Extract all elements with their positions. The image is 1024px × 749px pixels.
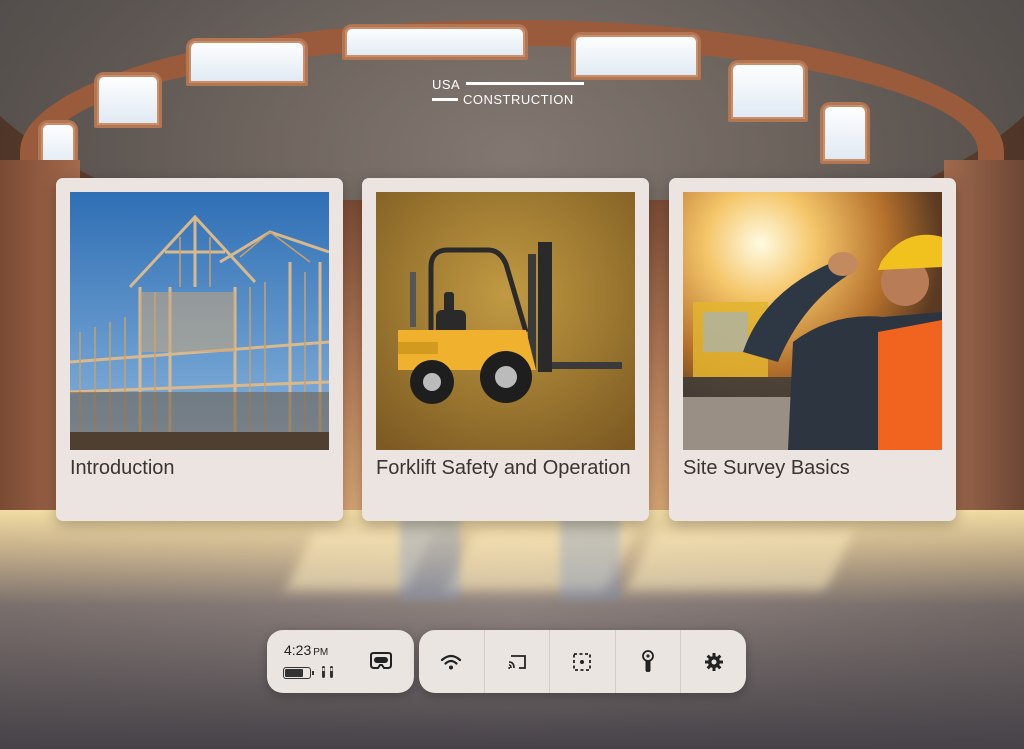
sunlight-patch (626, 530, 854, 590)
logo-text-usa: USA (432, 77, 461, 92)
headset-icon[interactable] (367, 651, 395, 671)
usa-construction-logo: USA CONSTRUCTION (432, 74, 584, 110)
controller-icon (642, 649, 654, 672)
clock-time: 4:23 (284, 642, 312, 658)
wifi-button[interactable] (419, 630, 485, 693)
right-wall (944, 160, 1024, 520)
boundary-icon (573, 652, 592, 671)
dome-window (94, 72, 162, 128)
reflection (400, 510, 460, 600)
construction-worker-image (683, 192, 942, 450)
reflection (560, 510, 620, 600)
course-card-site-survey[interactable]: Site Survey Basics (669, 178, 956, 521)
card-title: Introduction (70, 457, 175, 479)
status-panel[interactable]: 4:23 PM (267, 630, 414, 693)
clock: 4:23 PM (284, 642, 328, 658)
cast-icon (508, 654, 526, 669)
wifi-icon (441, 654, 462, 669)
card-title: Site Survey Basics (683, 457, 850, 479)
settings-icon (704, 652, 723, 671)
controller-button[interactable] (616, 630, 682, 693)
card-title: Forklift Safety and Operation (376, 457, 631, 479)
course-card-forklift-safety[interactable]: Forklift Safety and Operation (362, 178, 649, 521)
battery-icon (283, 667, 314, 679)
clock-ampm: PM (313, 647, 329, 658)
dome-window (728, 60, 808, 122)
logo-text-construction: CONSTRUCTION (463, 92, 574, 107)
quick-actions-bar (419, 630, 746, 693)
course-card-introduction[interactable]: Introduction (56, 178, 343, 521)
dome-window (342, 24, 528, 60)
dome-window (820, 102, 870, 164)
logo-rule (466, 82, 584, 85)
dome-window (571, 32, 701, 80)
controllers-icon (322, 666, 333, 678)
forklift-image (376, 192, 635, 450)
house-framing-image (70, 192, 329, 450)
logo-rule (432, 98, 458, 101)
dome-window (186, 38, 308, 86)
cast-button[interactable] (485, 630, 551, 693)
settings-button[interactable] (681, 630, 746, 693)
boundary-button[interactable] (550, 630, 616, 693)
